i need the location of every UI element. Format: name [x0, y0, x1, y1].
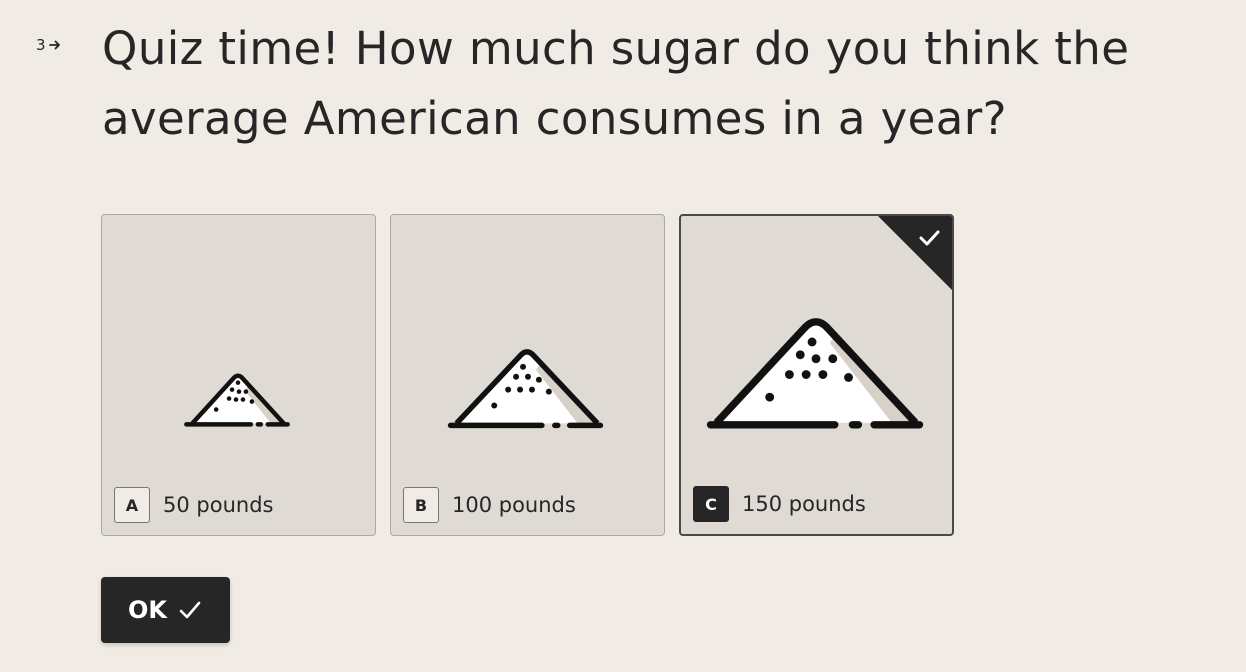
sugar-pile-small-icon: [184, 373, 290, 427]
choice-option-b[interactable]: B 100 pounds: [390, 214, 665, 536]
choice-label: 50 pounds: [163, 493, 274, 517]
choice-key-badge: B: [403, 487, 439, 523]
question-number-label: 3: [36, 36, 46, 54]
choice-footer: A 50 pounds: [114, 487, 273, 523]
choice-key-badge: C: [693, 486, 729, 522]
choice-footer: B 100 pounds: [403, 487, 576, 523]
choice-footer: C 150 pounds: [693, 486, 866, 522]
selected-corner-check-icon: [878, 216, 952, 290]
ok-button-label: OK: [128, 596, 167, 624]
ok-button[interactable]: OK: [101, 577, 230, 643]
choice-option-c[interactable]: C 150 pounds: [679, 214, 954, 536]
choice-key-badge: A: [114, 487, 150, 523]
sugar-pile-medium-icon: [447, 349, 604, 429]
question-number: 3: [36, 36, 62, 54]
choice-label: 150 pounds: [742, 492, 866, 516]
choice-list: A 50 pounds B 100 pounds C 150 pounds: [101, 214, 954, 536]
check-icon: [179, 601, 201, 619]
arrow-right-icon: [48, 40, 60, 50]
choice-option-a[interactable]: A 50 pounds: [101, 214, 376, 536]
choice-label: 100 pounds: [452, 493, 576, 517]
question-title: Quiz time! How much sugar do you think t…: [102, 22, 1130, 145]
